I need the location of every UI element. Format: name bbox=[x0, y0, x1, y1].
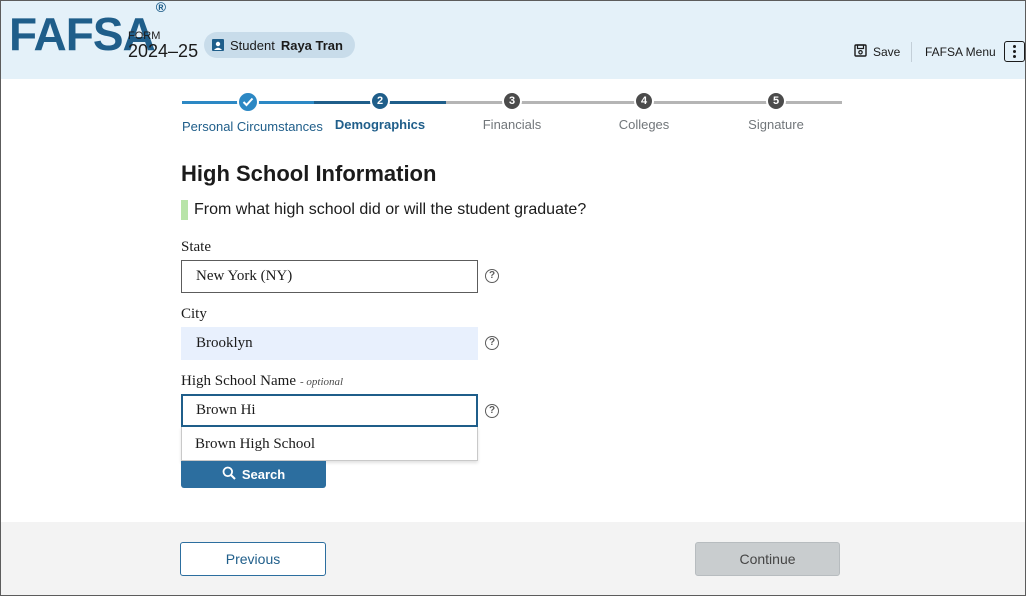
progress-stepper: Personal Circumstances 2 Demographics 3 … bbox=[182, 91, 842, 135]
app-header: FAFSA® FORM 2024–25 Student Raya Tran Sa… bbox=[1, 1, 1025, 79]
optional-tag: - optional bbox=[299, 376, 344, 388]
previous-button[interactable]: Previous bbox=[180, 542, 326, 576]
save-icon bbox=[854, 44, 867, 60]
school-name-label: High School Name - optional bbox=[181, 373, 344, 389]
step-number: 5 bbox=[766, 91, 786, 111]
search-icon bbox=[222, 466, 236, 483]
suggestion-item[interactable]: Brown High School bbox=[182, 427, 477, 461]
school-suggestions: Brown High School bbox=[181, 427, 478, 461]
save-label: Save bbox=[873, 45, 901, 59]
search-button[interactable]: Search bbox=[181, 461, 326, 488]
question-accent-bar bbox=[181, 200, 188, 220]
step-label: Demographics bbox=[334, 117, 426, 132]
step-financials: 3 Financials bbox=[446, 91, 578, 132]
step-colleges: 4 Colleges bbox=[578, 91, 710, 132]
checkmark-icon bbox=[237, 91, 259, 113]
city-help-icon[interactable]: ? bbox=[485, 336, 499, 350]
state-select[interactable]: New York (NY) bbox=[181, 260, 478, 293]
school-name-input[interactable]: Brown Hi bbox=[181, 394, 478, 427]
fafsa-menu-button[interactable]: FAFSA Menu bbox=[925, 41, 1025, 62]
student-badge: Student Raya Tran bbox=[204, 32, 355, 58]
kebab-menu-icon bbox=[1003, 41, 1025, 62]
continue-button[interactable]: Continue bbox=[695, 542, 840, 576]
page-title: High School Information bbox=[181, 161, 437, 186]
fafsa-window: FAFSA® FORM 2024–25 Student Raya Tran Sa… bbox=[0, 0, 1026, 596]
student-name: Raya Tran bbox=[280, 37, 343, 53]
form-year: 2024–25 bbox=[128, 41, 199, 61]
step-number: 4 bbox=[634, 91, 654, 111]
school-help-icon[interactable]: ? bbox=[485, 404, 499, 418]
city-label: City bbox=[181, 306, 207, 322]
form-year-block: FORM 2024–25 bbox=[128, 31, 198, 62]
step-label: Signature bbox=[748, 117, 804, 132]
state-label: State bbox=[181, 239, 211, 255]
search-label: Search bbox=[241, 467, 286, 482]
student-role: Student bbox=[230, 37, 275, 53]
question-prompt: From what high school did or will the st… bbox=[181, 200, 586, 220]
step-personal-circumstances[interactable]: Personal Circumstances bbox=[182, 91, 323, 134]
footer-bar bbox=[1, 522, 1025, 595]
city-input[interactable]: Brooklyn bbox=[181, 327, 478, 360]
step-number: 2 bbox=[370, 91, 390, 111]
state-help-icon[interactable]: ? bbox=[485, 269, 499, 283]
student-cap-icon bbox=[212, 39, 224, 51]
question-text: From what high school did or will the st… bbox=[194, 201, 587, 218]
save-button[interactable]: Save bbox=[854, 44, 900, 60]
header-divider bbox=[911, 42, 912, 62]
step-demographics[interactable]: 2 Demographics bbox=[314, 91, 446, 132]
step-label: Colleges bbox=[618, 117, 670, 132]
step-number: 3 bbox=[502, 91, 522, 111]
step-label: Financials bbox=[482, 117, 542, 132]
step-signature: 5 Signature bbox=[710, 91, 842, 132]
menu-label: FAFSA Menu bbox=[925, 44, 996, 59]
step-label: Personal Circumstances bbox=[182, 119, 323, 134]
